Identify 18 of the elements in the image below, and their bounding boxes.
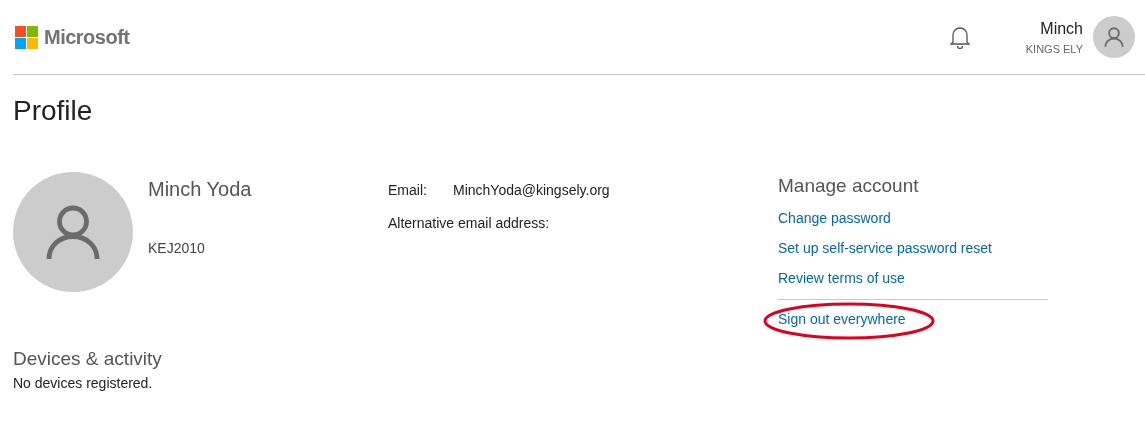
devices-message: No devices registered. — [13, 374, 154, 393]
field-label: Email: — [388, 181, 428, 200]
account-link[interactable]: Review terms of use — [778, 268, 905, 289]
user-name: Minch — [1040, 18, 1083, 39]
page-title: Profile — [13, 94, 94, 128]
notification-icon[interactable] — [948, 25, 971, 49]
section-title: Manage account — [778, 174, 920, 198]
account-avatar[interactable] — [1093, 16, 1135, 58]
account-link[interactable]: Change password — [778, 208, 891, 229]
profile-id: KEJ2010 — [148, 239, 206, 258]
field-label: Alternative email address: — [388, 214, 550, 233]
logo-icon — [15, 25, 38, 49]
brand-name: Microsoft — [44, 25, 130, 50]
field-value: MinchYoda@kingsely.org — [453, 181, 610, 200]
account-link[interactable]: Set up self-service password reset — [778, 238, 992, 259]
profile-name: Minch Yoda — [148, 177, 253, 202]
user-org: KINGS ELY — [1025, 41, 1083, 57]
section-title: Devices & activity — [13, 346, 163, 371]
